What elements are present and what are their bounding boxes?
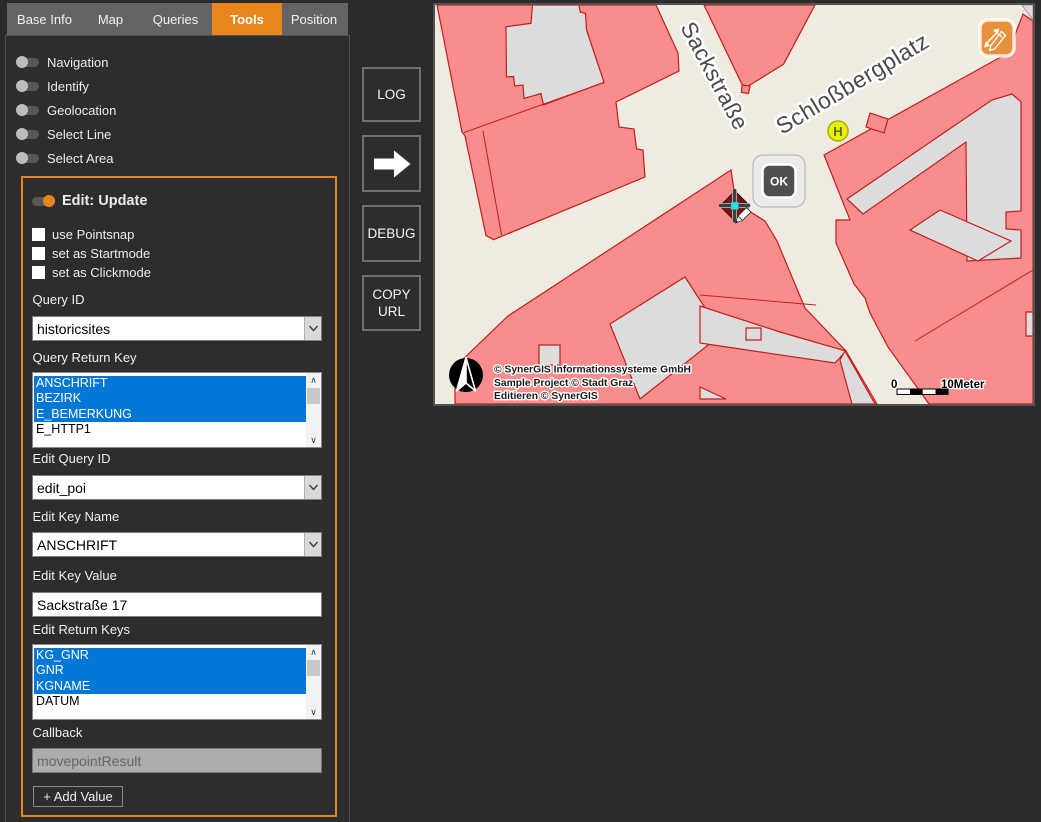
svg-text:0: 0 bbox=[891, 379, 897, 391]
svg-text:© SynerGIS Informationssysteme: © SynerGIS Informationssysteme GmbH bbox=[494, 365, 691, 376]
svg-text:OK: OK bbox=[770, 175, 788, 189]
svg-text:Editieren © SynerGIS: Editieren © SynerGIS bbox=[494, 391, 598, 402]
svg-text:H: H bbox=[833, 124, 842, 139]
svg-text:Sample Project © Stadt Graz: Sample Project © Stadt Graz bbox=[494, 378, 633, 389]
